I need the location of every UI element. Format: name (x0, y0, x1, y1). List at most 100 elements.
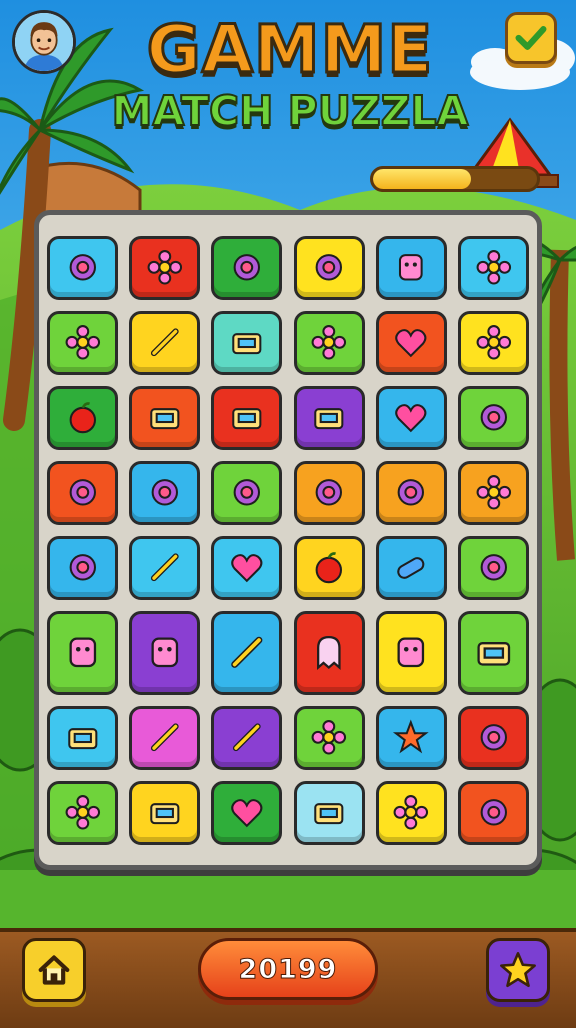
home-icon (38, 955, 70, 985)
tile[interactable] (375, 235, 447, 300)
crayon-icon (150, 553, 179, 582)
flower-orb-icon (147, 250, 182, 285)
tile[interactable] (375, 780, 447, 845)
apple-icon (69, 402, 96, 434)
pencil-swirl-icon (233, 723, 261, 752)
treasure-cart-icon (477, 642, 510, 666)
target-icon (151, 479, 178, 506)
wrench-bird-icon (231, 636, 263, 669)
flower-icon (476, 250, 511, 285)
smiley-orb-icon (69, 254, 96, 281)
tile[interactable] (211, 235, 283, 300)
slime-icon (233, 254, 261, 281)
tile[interactable] (47, 535, 119, 600)
tile[interactable] (211, 385, 283, 450)
tile[interactable] (457, 385, 529, 450)
crossed-sticks-icon (150, 328, 179, 357)
title-block: GAMME MATCH PUZZLA (100, 10, 480, 160)
heart-icon (231, 554, 263, 583)
tile[interactable] (129, 235, 201, 300)
tile[interactable] (211, 460, 283, 525)
cat-face-icon (233, 479, 261, 506)
star-button[interactable] (486, 938, 550, 1002)
tile[interactable] (457, 705, 529, 770)
level-progress-bar (370, 166, 540, 192)
sun-face-icon (480, 554, 507, 581)
tile[interactable] (375, 535, 447, 600)
tile[interactable] (211, 705, 283, 770)
ring-orb-icon (398, 479, 425, 506)
tomato-icon (315, 552, 343, 584)
tile[interactable] (47, 610, 119, 695)
tile[interactable] (129, 460, 201, 525)
basket-icon (232, 333, 262, 355)
tile[interactable] (47, 235, 119, 300)
tile[interactable] (457, 610, 529, 695)
gift-box-icon (314, 803, 344, 825)
tile[interactable] (129, 310, 201, 375)
compass-icon (315, 479, 343, 506)
tile[interactable] (211, 610, 283, 695)
tile[interactable] (47, 310, 119, 375)
tile[interactable] (293, 235, 365, 300)
tile[interactable] (211, 535, 283, 600)
robot-badge-icon (399, 254, 424, 281)
star-flower-icon (393, 719, 430, 754)
tile[interactable] (129, 705, 201, 770)
tile[interactable] (293, 460, 365, 525)
tile[interactable] (375, 310, 447, 375)
tile[interactable] (129, 385, 201, 450)
tile[interactable] (129, 610, 201, 695)
tile[interactable] (293, 310, 365, 375)
daisy-icon (311, 325, 347, 360)
bubble-icon (69, 554, 96, 581)
tile[interactable] (211, 780, 283, 845)
capsule-icon (397, 557, 425, 580)
tile[interactable] (375, 705, 447, 770)
rose-icon (65, 795, 100, 830)
blue-flower-icon (393, 795, 429, 830)
tile[interactable] (293, 780, 365, 845)
tile[interactable] (293, 705, 365, 770)
tile[interactable] (293, 535, 365, 600)
game-title: GAMME (145, 10, 434, 90)
heart-ring-icon (395, 404, 427, 433)
bug-icon (69, 479, 96, 506)
game-subtitle: MATCH PUZZLA (111, 86, 470, 136)
toolbox-icon (150, 803, 180, 825)
tile[interactable] (293, 610, 365, 695)
pin-ball-icon (480, 799, 507, 826)
tile[interactable] (375, 460, 447, 525)
heart-orb-icon (395, 329, 427, 358)
tile[interactable] (293, 385, 365, 450)
tile[interactable] (457, 460, 529, 525)
checkmark-icon (515, 26, 547, 50)
tile[interactable] (47, 460, 119, 525)
tile[interactable] (457, 310, 529, 375)
cake-icon (68, 728, 98, 750)
tile[interactable] (47, 780, 119, 845)
folder-icon (314, 408, 344, 430)
tile[interactable] (457, 235, 529, 300)
big-heart-icon (231, 799, 263, 828)
player-avatar[interactable] (12, 10, 76, 74)
gear-flower-icon (65, 325, 100, 360)
score-value: 20199 (238, 953, 338, 985)
tile[interactable] (47, 705, 119, 770)
tablet-icon (232, 408, 262, 430)
tile[interactable] (457, 780, 529, 845)
home-button[interactable] (22, 938, 86, 1002)
robot-box-icon (151, 637, 179, 668)
ghost-icon (317, 636, 341, 671)
teddy-robot-icon (69, 637, 96, 668)
tile[interactable] (457, 535, 529, 600)
tile[interactable] (375, 610, 447, 695)
tile[interactable] (211, 310, 283, 375)
tile[interactable] (129, 780, 201, 845)
tile[interactable] (47, 385, 119, 450)
puzzle-board (34, 210, 542, 870)
tile[interactable] (129, 535, 201, 600)
tile[interactable] (375, 385, 447, 450)
level-progress-fill (373, 169, 472, 189)
confirm-button[interactable] (505, 12, 557, 64)
